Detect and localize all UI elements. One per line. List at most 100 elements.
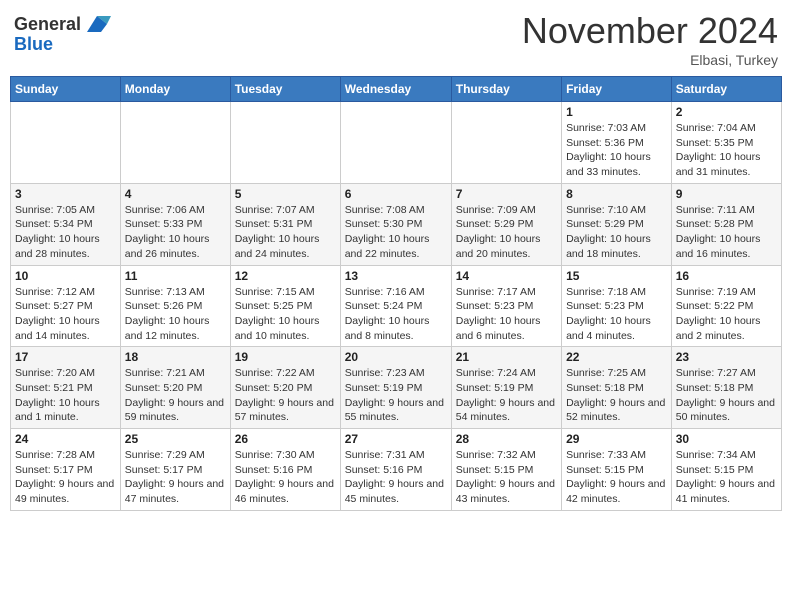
day-cell bbox=[340, 102, 451, 184]
weekday-header-friday: Friday bbox=[562, 77, 672, 102]
day-info: Sunrise: 7:09 AMSunset: 5:29 PMDaylight:… bbox=[456, 203, 557, 262]
day-number: 3 bbox=[15, 187, 116, 201]
day-cell: 29 Sunrise: 7:33 AMSunset: 5:15 PMDayligh… bbox=[562, 429, 672, 511]
day-cell: 27Sunrise: 7:31 AMSunset: 5:16 PMDayligh… bbox=[340, 429, 451, 511]
day-cell: 28 Sunrise: 7:32 AMSunset: 5:15 PMDayligh… bbox=[451, 429, 561, 511]
logo: General Blue bbox=[14, 10, 111, 55]
weekday-header-tuesday: Tuesday bbox=[230, 77, 340, 102]
day-cell: 25 Sunrise: 7:29 AMSunset: 5:17 PMDayligh… bbox=[120, 429, 230, 511]
day-info: Sunrise: 7:08 AMSunset: 5:30 PMDaylight:… bbox=[345, 203, 447, 262]
day-number: 15 bbox=[566, 269, 667, 283]
day-cell: 8 Sunrise: 7:10 AMSunset: 5:29 PMDaylight… bbox=[562, 183, 672, 265]
title-block: November 2024 Elbasi, Turkey bbox=[522, 10, 778, 68]
day-number: 22 bbox=[566, 350, 667, 364]
day-info: Sunrise: 7:22 AMSunset: 5:20 PMDaylight:… bbox=[235, 366, 336, 425]
day-number: 27 bbox=[345, 432, 447, 446]
day-number: 24 bbox=[15, 432, 116, 446]
day-info: Sunrise: 7:25 AMSunset: 5:18 PMDaylight:… bbox=[566, 366, 667, 425]
day-cell: 7 Sunrise: 7:09 AMSunset: 5:29 PMDaylight… bbox=[451, 183, 561, 265]
day-info: Sunrise: 7:06 AMSunset: 5:33 PMDaylight:… bbox=[125, 203, 226, 262]
day-info: Sunrise: 7:29 AMSunset: 5:17 PMDaylight:… bbox=[125, 448, 226, 507]
day-number: 20 bbox=[345, 350, 447, 364]
day-cell: 14 Sunrise: 7:17 AMSunset: 5:23 PMDayligh… bbox=[451, 265, 561, 347]
logo-icon bbox=[83, 10, 111, 38]
day-cell: 19 Sunrise: 7:22 AMSunset: 5:20 PMDayligh… bbox=[230, 347, 340, 429]
month-title: November 2024 bbox=[522, 10, 778, 52]
day-number: 21 bbox=[456, 350, 557, 364]
day-info: Sunrise: 7:13 AMSunset: 5:26 PMDaylight:… bbox=[125, 285, 226, 344]
week-row-4: 17 Sunrise: 7:20 AMSunset: 5:21 PMDayligh… bbox=[11, 347, 782, 429]
day-cell: 3 Sunrise: 7:05 AMSunset: 5:34 PMDaylight… bbox=[11, 183, 121, 265]
day-cell: 16 Sunrise: 7:19 AMSunset: 5:22 PMDayligh… bbox=[671, 265, 781, 347]
weekday-header-wednesday: Wednesday bbox=[340, 77, 451, 102]
day-number: 8 bbox=[566, 187, 667, 201]
day-cell: 26 Sunrise: 7:30 AMSunset: 5:16 PMDayligh… bbox=[230, 429, 340, 511]
day-info: Sunrise: 7:24 AMSunset: 5:19 PMDaylight:… bbox=[456, 366, 557, 425]
day-cell: 22 Sunrise: 7:25 AMSunset: 5:18 PMDayligh… bbox=[562, 347, 672, 429]
day-cell: 17 Sunrise: 7:20 AMSunset: 5:21 PMDayligh… bbox=[11, 347, 121, 429]
day-cell: 18 Sunrise: 7:21 AMSunset: 5:20 PMDayligh… bbox=[120, 347, 230, 429]
day-info: Sunrise: 7:10 AMSunset: 5:29 PMDaylight:… bbox=[566, 203, 667, 262]
week-row-2: 3 Sunrise: 7:05 AMSunset: 5:34 PMDaylight… bbox=[11, 183, 782, 265]
day-info: Sunrise: 7:12 AMSunset: 5:27 PMDaylight:… bbox=[15, 285, 116, 344]
day-cell: 24Sunrise: 7:28 AMSunset: 5:17 PMDayligh… bbox=[11, 429, 121, 511]
day-info: Sunrise: 7:34 AMSunset: 5:15 PMDaylight:… bbox=[676, 448, 777, 507]
day-cell: 15 Sunrise: 7:18 AMSunset: 5:23 PMDayligh… bbox=[562, 265, 672, 347]
day-number: 4 bbox=[125, 187, 226, 201]
day-cell: 21 Sunrise: 7:24 AMSunset: 5:19 PMDayligh… bbox=[451, 347, 561, 429]
day-cell: 4 Sunrise: 7:06 AMSunset: 5:33 PMDaylight… bbox=[120, 183, 230, 265]
day-number: 16 bbox=[676, 269, 777, 283]
day-info: Sunrise: 7:32 AMSunset: 5:15 PMDaylight:… bbox=[456, 448, 557, 507]
day-info: Sunrise: 7:04 AMSunset: 5:35 PMDaylight:… bbox=[676, 121, 777, 180]
day-info: Sunrise: 7:23 AMSunset: 5:19 PMDaylight:… bbox=[345, 366, 447, 425]
day-cell: 23 Sunrise: 7:27 AMSunset: 5:18 PMDayligh… bbox=[671, 347, 781, 429]
day-number: 19 bbox=[235, 350, 336, 364]
day-number: 23 bbox=[676, 350, 777, 364]
weekday-header-monday: Monday bbox=[120, 77, 230, 102]
page-header: General Blue November 2024 Elbasi, Turke… bbox=[10, 10, 782, 68]
day-number: 28 bbox=[456, 432, 557, 446]
day-info: Sunrise: 7:15 AMSunset: 5:25 PMDaylight:… bbox=[235, 285, 336, 344]
day-number: 10 bbox=[15, 269, 116, 283]
weekday-header-thursday: Thursday bbox=[451, 77, 561, 102]
day-cell: 9Sunrise: 7:11 AMSunset: 5:28 PMDaylight… bbox=[671, 183, 781, 265]
day-number: 30 bbox=[676, 432, 777, 446]
day-info: Sunrise: 7:03 AMSunset: 5:36 PMDaylight:… bbox=[566, 121, 667, 180]
day-cell: 10 Sunrise: 7:12 AMSunset: 5:27 PMDayligh… bbox=[11, 265, 121, 347]
day-number: 25 bbox=[125, 432, 226, 446]
day-info: Sunrise: 7:21 AMSunset: 5:20 PMDaylight:… bbox=[125, 366, 226, 425]
day-cell bbox=[120, 102, 230, 184]
day-cell: 2Sunrise: 7:04 AMSunset: 5:35 PMDaylight… bbox=[671, 102, 781, 184]
day-cell bbox=[230, 102, 340, 184]
day-number: 17 bbox=[15, 350, 116, 364]
day-info: Sunrise: 7:19 AMSunset: 5:22 PMDaylight:… bbox=[676, 285, 777, 344]
day-number: 26 bbox=[235, 432, 336, 446]
day-number: 9 bbox=[676, 187, 777, 201]
calendar-table: SundayMondayTuesdayWednesdayThursdayFrid… bbox=[10, 76, 782, 511]
day-cell: 6 Sunrise: 7:08 AMSunset: 5:30 PMDaylight… bbox=[340, 183, 451, 265]
day-number: 29 bbox=[566, 432, 667, 446]
day-info: Sunrise: 7:18 AMSunset: 5:23 PMDaylight:… bbox=[566, 285, 667, 344]
day-number: 14 bbox=[456, 269, 557, 283]
day-cell: 12Sunrise: 7:15 AMSunset: 5:25 PMDayligh… bbox=[230, 265, 340, 347]
day-info: Sunrise: 7:33 AMSunset: 5:15 PMDaylight:… bbox=[566, 448, 667, 507]
day-info: Sunrise: 7:07 AMSunset: 5:31 PMDaylight:… bbox=[235, 203, 336, 262]
day-info: Sunrise: 7:27 AMSunset: 5:18 PMDaylight:… bbox=[676, 366, 777, 425]
logo-general: General bbox=[14, 14, 81, 35]
weekday-header-row: SundayMondayTuesdayWednesdayThursdayFrid… bbox=[11, 77, 782, 102]
day-number: 18 bbox=[125, 350, 226, 364]
day-cell: 30 Sunrise: 7:34 AMSunset: 5:15 PMDayligh… bbox=[671, 429, 781, 511]
day-info: Sunrise: 7:16 AMSunset: 5:24 PMDaylight:… bbox=[345, 285, 447, 344]
day-number: 11 bbox=[125, 269, 226, 283]
week-row-3: 10 Sunrise: 7:12 AMSunset: 5:27 PMDayligh… bbox=[11, 265, 782, 347]
day-number: 5 bbox=[235, 187, 336, 201]
day-info: Sunrise: 7:30 AMSunset: 5:16 PMDaylight:… bbox=[235, 448, 336, 507]
day-number: 7 bbox=[456, 187, 557, 201]
weekday-header-saturday: Saturday bbox=[671, 77, 781, 102]
day-cell bbox=[11, 102, 121, 184]
day-info: Sunrise: 7:17 AMSunset: 5:23 PMDaylight:… bbox=[456, 285, 557, 344]
day-info: Sunrise: 7:05 AMSunset: 5:34 PMDaylight:… bbox=[15, 203, 116, 262]
day-info: Sunrise: 7:20 AMSunset: 5:21 PMDaylight:… bbox=[15, 366, 116, 425]
week-row-1: 1Sunrise: 7:03 AMSunset: 5:36 PMDaylight… bbox=[11, 102, 782, 184]
day-number: 6 bbox=[345, 187, 447, 201]
